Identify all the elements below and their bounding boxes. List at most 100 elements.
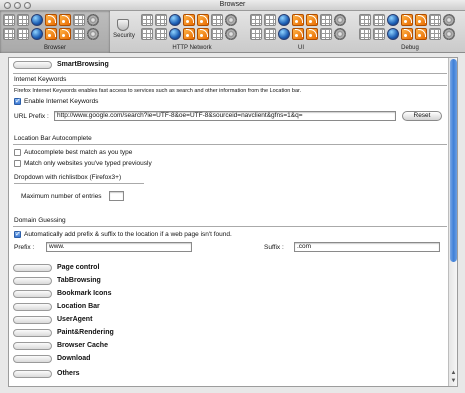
section-label: Page control [57, 264, 100, 271]
table-icon [250, 14, 262, 26]
toolbar-group-label: Security [113, 33, 135, 39]
suffix-input[interactable]: .com [294, 242, 440, 252]
autocomplete-best-match-checkbox[interactable] [14, 149, 21, 156]
rss-feed-icon [183, 14, 195, 26]
table-icon [373, 28, 385, 40]
gear-icon [225, 14, 237, 26]
rss-feed-icon [415, 14, 427, 26]
dropdown-richlistbox-heading: Dropdown with richlistbox (Firefox3+) [14, 174, 122, 181]
smartbrowsing-disclosure-button[interactable] [13, 61, 52, 69]
rss-feed-icon [59, 14, 71, 26]
divider [13, 226, 447, 227]
rss-feed-icon [292, 28, 304, 40]
gear-icon [87, 14, 99, 26]
table-icon [359, 28, 371, 40]
table-icon [250, 28, 262, 40]
rss-feed-icon [306, 28, 318, 40]
globe-icon [278, 14, 290, 26]
gear-icon [443, 28, 455, 40]
settings-pane: SmartBrowsing Internet Keywords Firefox … [8, 57, 458, 387]
toolbar-group-debug[interactable]: Debug [356, 11, 464, 53]
url-prefix-input[interactable]: http://www.google.com/search?ie=UTF-8&oe… [54, 111, 396, 121]
title-bar: Browser [0, 0, 465, 11]
rss-feed-icon [183, 28, 195, 40]
smartbrowsing-label: SmartBrowsing [57, 61, 109, 68]
page-control-disclosure-button[interactable] [13, 264, 52, 272]
toolbar-group-browser[interactable]: Browser [0, 11, 110, 53]
security-shield-icon [117, 19, 129, 31]
internet-keywords-heading: Internet Keywords [14, 76, 67, 83]
enable-internet-keywords-checkbox[interactable] [14, 97, 21, 105]
tabbrowsing-disclosure-button[interactable] [13, 277, 52, 285]
section-label: Bookmark Icons [57, 290, 112, 297]
internet-keywords-description: Firefox Internet Keywords enables fast a… [14, 88, 302, 94]
scroll-down-arrow-icon[interactable]: ▼ [450, 377, 457, 385]
table-icon [3, 28, 15, 40]
divider [14, 183, 144, 184]
location-bar-disclosure-button[interactable] [13, 303, 52, 311]
scrollbar-thumb[interactable] [450, 59, 457, 262]
rss-feed-icon [197, 28, 209, 40]
rss-feed-icon [401, 28, 413, 40]
bookmark-icons-disclosure-button[interactable] [13, 290, 52, 298]
rss-feed-icon [59, 28, 71, 40]
match-typed-checkbox[interactable] [14, 160, 21, 167]
table-icon [73, 14, 85, 26]
rss-feed-icon [401, 14, 413, 26]
rss-feed-icon [45, 28, 57, 40]
section-label: Location Bar [57, 303, 100, 310]
browser-cache-disclosure-button[interactable] [13, 342, 52, 350]
gear-icon [334, 28, 346, 40]
table-icon [264, 28, 276, 40]
section-label: TabBrowsing [57, 277, 101, 284]
auto-prefix-suffix-checkbox[interactable] [14, 230, 21, 238]
rss-feed-icon [292, 14, 304, 26]
globe-icon [387, 28, 399, 40]
table-icon [141, 28, 153, 40]
download-disclosure-button[interactable] [13, 355, 52, 363]
useragent-disclosure-button[interactable] [13, 316, 52, 324]
scroll-up-arrow-icon[interactable]: ▲ [450, 369, 457, 377]
toolbar-group-label: Browser [43, 45, 66, 51]
toolbar-group-label: HTTP Network [172, 45, 212, 51]
others-disclosure-button[interactable] [13, 370, 52, 378]
rss-feed-icon [306, 14, 318, 26]
table-icon [211, 14, 223, 26]
globe-icon [31, 28, 43, 40]
table-icon [141, 14, 153, 26]
max-entries-input[interactable] [109, 191, 124, 201]
suffix-label: Suffix : [264, 244, 284, 251]
toolbar-group-http-network[interactable]: HTTP Network [138, 11, 246, 53]
section-label: Browser Cache [57, 342, 108, 349]
autocomplete-best-match-label: Autocomplete best match as you type [24, 149, 133, 156]
table-icon [359, 14, 371, 26]
globe-icon [387, 14, 399, 26]
table-icon [320, 14, 332, 26]
table-icon [320, 28, 332, 40]
table-icon [155, 14, 167, 26]
divider [13, 85, 447, 86]
table-icon [264, 14, 276, 26]
prefix-input[interactable]: www. [46, 242, 192, 252]
table-icon [73, 28, 85, 40]
table-icon [373, 14, 385, 26]
table-icon [17, 14, 29, 26]
gear-icon [225, 28, 237, 40]
paint-rendering-disclosure-button[interactable] [13, 329, 52, 337]
gear-icon [443, 14, 455, 26]
vertical-scrollbar[interactable]: ▲ ▼ [448, 58, 457, 386]
auto-prefix-suffix-label: Automatically add prefix & suffix to the… [24, 231, 232, 238]
toolbar-group-ui[interactable]: UI [247, 11, 355, 53]
window-title: Browser [219, 1, 246, 8]
rss-feed-icon [197, 14, 209, 26]
table-icon [211, 28, 223, 40]
globe-icon [169, 28, 181, 40]
url-prefix-label: URL Prefix : [14, 113, 49, 120]
location-bar-autocomplete-heading: Location Bar Autocomplete [14, 135, 92, 142]
table-icon [3, 14, 15, 26]
toolbar-group-security[interactable]: Security [112, 11, 136, 53]
table-icon [429, 14, 441, 26]
section-label: UserAgent [57, 316, 93, 323]
preferences-toolbar: Browser Security HTTP Network UI Debug [0, 11, 465, 53]
reset-button[interactable]: Reset [402, 111, 442, 121]
